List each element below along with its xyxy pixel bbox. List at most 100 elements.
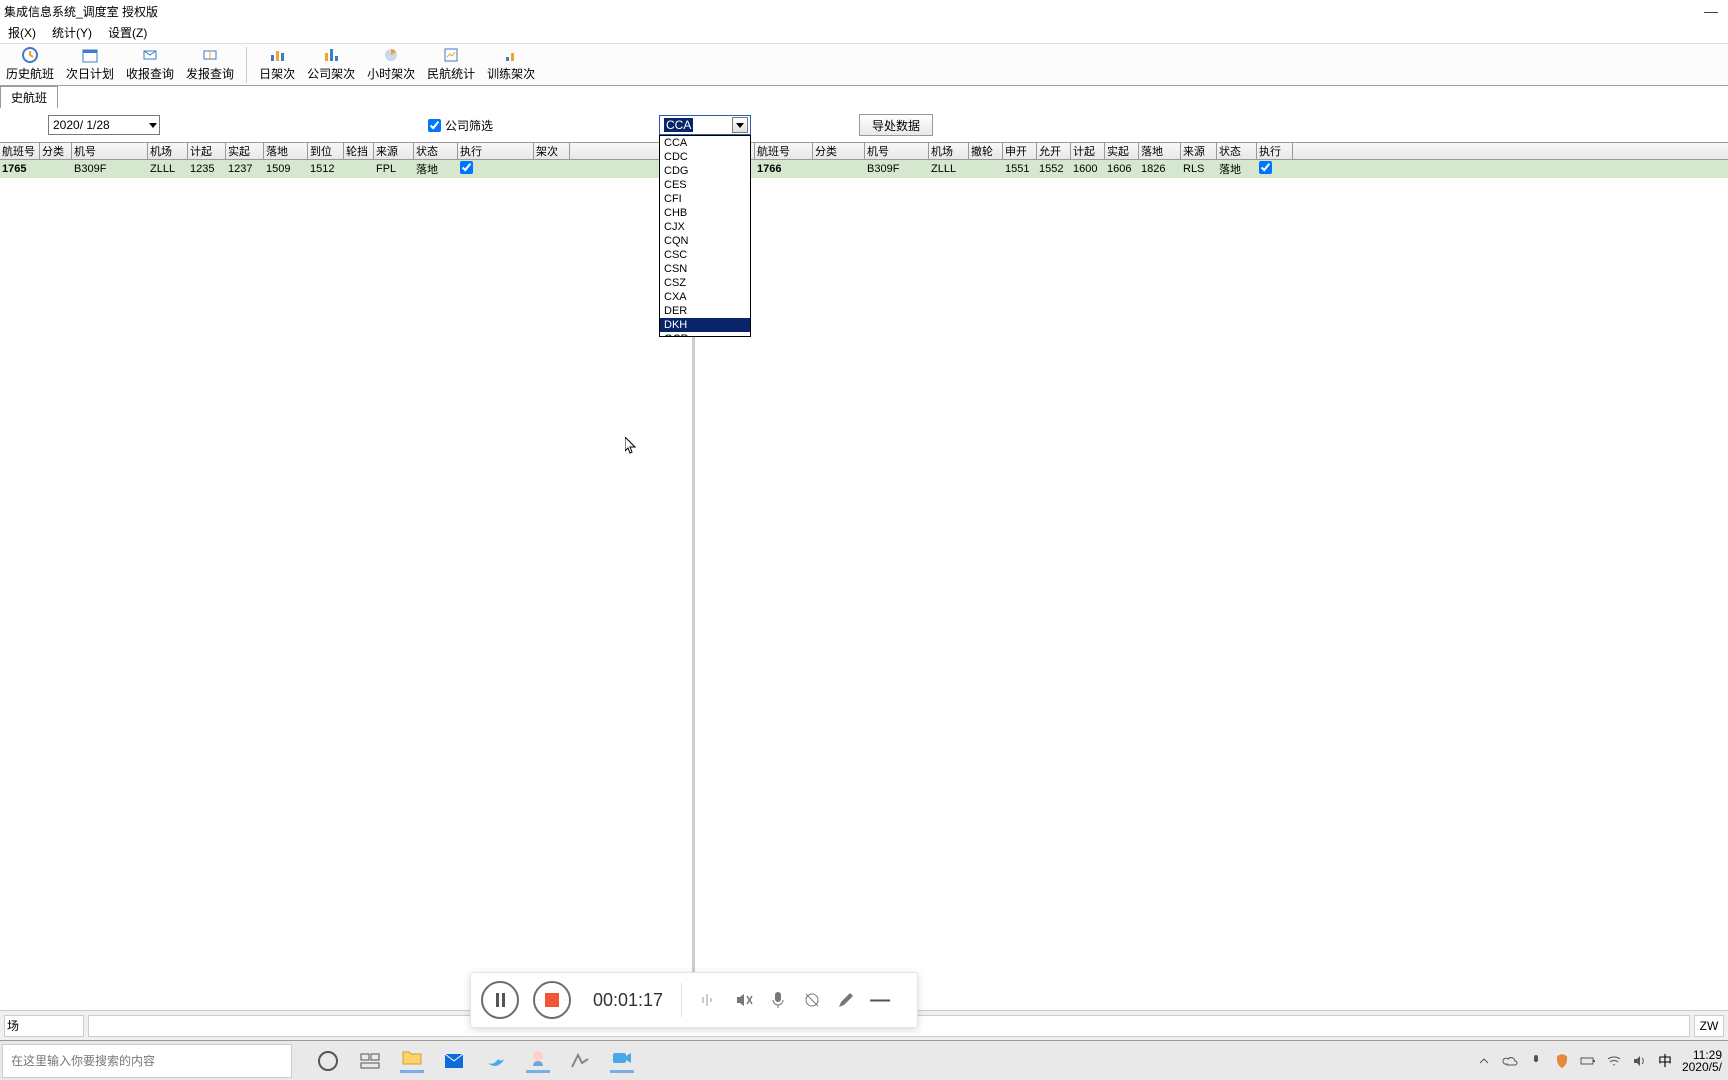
- tool-history[interactable]: 历史航班: [0, 45, 60, 85]
- search-placeholder: 在这里输入你要搜索的内容: [11, 1052, 155, 1069]
- app2-icon[interactable]: [568, 1049, 592, 1073]
- exec-checkbox[interactable]: [1257, 161, 1293, 177]
- recorder-toolbar[interactable]: 00:01:17 —: [470, 972, 918, 1028]
- combo-dropdown-button[interactable]: [732, 117, 748, 133]
- col-c[interactable]: 允开: [1037, 143, 1071, 159]
- company-filter-checkbox[interactable]: 公司筛选: [428, 117, 493, 134]
- right-grid: 公司 航班号 分类 机号 机场 撤轮 申开 允开 计起 实起 落地 来源 状态 …: [695, 142, 1728, 1010]
- export-button[interactable]: 导处数据: [859, 114, 933, 136]
- col-cls[interactable]: 分类: [813, 143, 865, 159]
- dropdown-item[interactable]: CSN: [660, 262, 750, 276]
- minimize-button[interactable]: —: [1698, 3, 1724, 19]
- dropdown-item-selected[interactable]: DKH: [660, 318, 750, 332]
- dropdown-item[interactable]: CSC: [660, 248, 750, 262]
- dropdown-item[interactable]: CHB: [660, 206, 750, 220]
- col-flight[interactable]: 航班号: [0, 143, 40, 159]
- dropdown-item[interactable]: GCR: [660, 332, 750, 336]
- col-f[interactable]: 落地: [1139, 143, 1181, 159]
- wifi-icon[interactable]: [1606, 1053, 1622, 1069]
- dropdown-item[interactable]: CES: [660, 178, 750, 192]
- col-d[interactable]: 计起: [1071, 143, 1105, 159]
- camera-off-icon[interactable]: [802, 990, 822, 1010]
- col-e[interactable]: 实起: [1105, 143, 1139, 159]
- col-b[interactable]: 申开: [1003, 143, 1037, 159]
- dropdown-item[interactable]: DER: [660, 304, 750, 318]
- dropdown-item[interactable]: CDG: [660, 164, 750, 178]
- tool-civil[interactable]: 民航统计: [421, 45, 481, 85]
- menu-stats[interactable]: 统计(Y): [44, 24, 100, 41]
- col-exec[interactable]: 执行: [458, 143, 534, 159]
- cloud-icon[interactable]: [1502, 1053, 1518, 1069]
- right-grid-row[interactable]: 13 CCA 1766 B309F ZLLL 1551 1552 1600 16…: [695, 160, 1728, 178]
- col-a[interactable]: 撤轮: [969, 143, 1003, 159]
- col-state[interactable]: 状态: [1217, 143, 1257, 159]
- col-act[interactable]: 实起: [226, 143, 264, 159]
- company-filter-input[interactable]: [428, 119, 441, 132]
- battery-icon[interactable]: [1580, 1053, 1596, 1069]
- mail-icon[interactable]: [442, 1049, 466, 1073]
- recorder-app-icon[interactable]: [610, 1049, 634, 1073]
- record-stop-button[interactable]: [533, 981, 571, 1019]
- company-dropdown[interactable]: CCA CDC CDG CES CFI CHB CJX CQN CSC CSN …: [659, 135, 751, 337]
- left-grid-row[interactable]: 1765 B309F ZLLL 1235 1237 1509 1512 FPL …: [0, 160, 692, 178]
- tool-tomorrow[interactable]: 次日计划: [60, 45, 120, 85]
- col-plan[interactable]: 计起: [188, 143, 226, 159]
- shield-icon[interactable]: [1554, 1053, 1570, 1069]
- col-flight[interactable]: 航班号: [755, 143, 813, 159]
- tabstrip: 史航班: [0, 86, 1728, 108]
- col-block[interactable]: 轮挡: [344, 143, 374, 159]
- col-tail[interactable]: 机号: [865, 143, 929, 159]
- volume-icon[interactable]: [1632, 1053, 1648, 1069]
- col-ap[interactable]: 机场: [148, 143, 188, 159]
- record-pause-button[interactable]: [481, 981, 519, 1019]
- app1-icon[interactable]: [526, 1049, 550, 1073]
- recorder-minimize[interactable]: —: [870, 989, 890, 1012]
- menu-settings[interactable]: 设置(Z): [100, 24, 155, 41]
- col-land[interactable]: 落地: [264, 143, 308, 159]
- menu-report[interactable]: 报(X): [0, 24, 44, 41]
- company-combo[interactable]: CCA: [659, 115, 751, 135]
- cortana-icon[interactable]: [316, 1049, 340, 1073]
- tool-day[interactable]: 日架次: [253, 45, 301, 85]
- taskbar: 在这里输入你要搜索的内容 中 11:29 2020/5/: [0, 1040, 1728, 1080]
- exec-checkbox[interactable]: [458, 161, 534, 177]
- dropdown-scroll[interactable]: CCA CDC CDG CES CFI CHB CJX CQN CSC CSN …: [660, 136, 750, 336]
- ime-indicator[interactable]: 中: [1658, 1051, 1672, 1071]
- col-cls[interactable]: 分类: [40, 143, 72, 159]
- dropdown-item[interactable]: CSZ: [660, 276, 750, 290]
- search-input[interactable]: 在这里输入你要搜索的内容: [2, 1044, 292, 1078]
- tool-train[interactable]: 训练架次: [481, 45, 541, 85]
- tool-hour[interactable]: 小时架次: [361, 45, 421, 85]
- dropdown-item[interactable]: CXA: [660, 290, 750, 304]
- tool-company[interactable]: 公司架次: [301, 45, 361, 85]
- dropdown-item[interactable]: CCA: [660, 136, 750, 150]
- date-picker[interactable]: 2020/ 1/28: [48, 115, 160, 135]
- mic-icon[interactable]: [768, 990, 788, 1010]
- bird-icon[interactable]: [484, 1049, 508, 1073]
- mic2-icon[interactable]: [1528, 1053, 1544, 1069]
- col-state[interactable]: 状态: [414, 143, 458, 159]
- tab-history[interactable]: 史航班: [0, 86, 58, 108]
- tray-clock[interactable]: 11:29 2020/5/: [1682, 1049, 1722, 1073]
- col-cnt[interactable]: 架次: [534, 143, 570, 159]
- col-ap[interactable]: 机场: [929, 143, 969, 159]
- explorer-icon[interactable]: [400, 1049, 424, 1073]
- dropdown-item[interactable]: CJX: [660, 220, 750, 234]
- tool-recv[interactable]: 收报查询: [120, 45, 180, 85]
- tray-up-icon[interactable]: [1476, 1053, 1492, 1069]
- col-exec[interactable]: 执行: [1257, 143, 1293, 159]
- dropdown-item[interactable]: CQN: [660, 234, 750, 248]
- task-view-icon[interactable]: [358, 1049, 382, 1073]
- outbox-icon: [202, 47, 218, 63]
- dropdown-item[interactable]: CFI: [660, 192, 750, 206]
- stats-icon: [443, 47, 459, 63]
- col-arr[interactable]: 到位: [308, 143, 344, 159]
- pen-icon[interactable]: [836, 990, 856, 1010]
- tool-send[interactable]: 发报查询: [180, 45, 240, 85]
- bars-icon: [269, 47, 285, 63]
- col-src[interactable]: 来源: [1181, 143, 1217, 159]
- mute-icon[interactable]: [734, 990, 754, 1010]
- col-tail[interactable]: 机号: [72, 143, 148, 159]
- dropdown-item[interactable]: CDC: [660, 150, 750, 164]
- col-src[interactable]: 来源: [374, 143, 414, 159]
